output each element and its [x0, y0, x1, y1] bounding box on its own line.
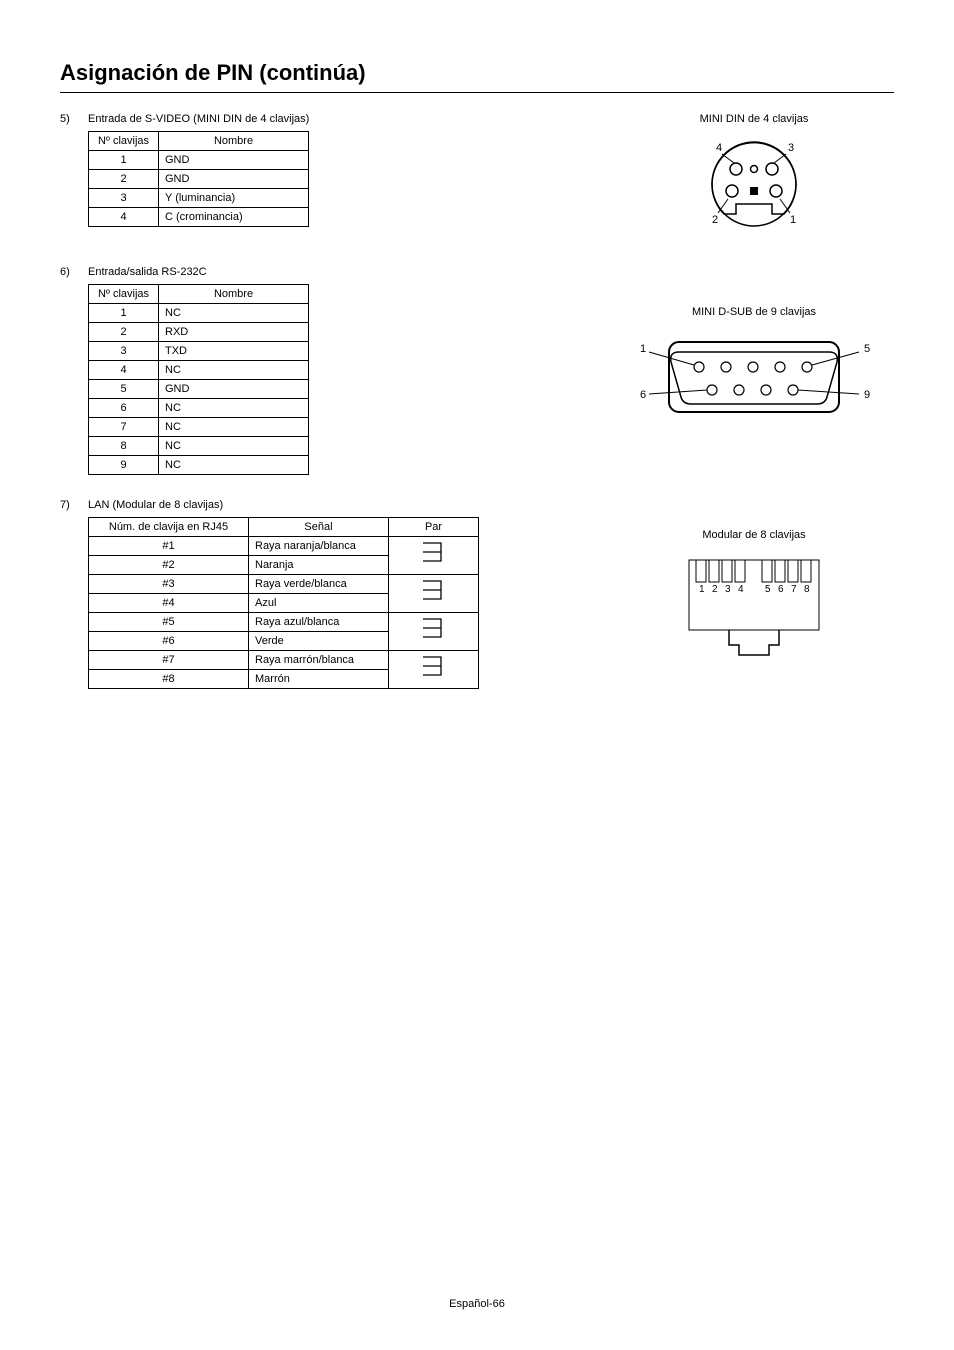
- mini-din-diagram: 4 3 2 1: [694, 129, 814, 239]
- t5-cell: 4: [89, 208, 159, 227]
- table-6: Nº clavijas Nombre 1NC 2RXD 3TXD 4NC 5GN…: [88, 284, 309, 475]
- svg-text:1: 1: [790, 214, 796, 226]
- svg-text:1: 1: [699, 584, 705, 595]
- page-footer: Español-66: [0, 1298, 954, 1310]
- t5-cell: 1: [89, 151, 159, 170]
- t5-cell: Y (luminancia): [159, 189, 309, 208]
- t7-cell: #8: [89, 670, 249, 689]
- t6-cell: 5: [89, 380, 159, 399]
- svg-text:4: 4: [738, 584, 744, 595]
- svg-text:3: 3: [725, 584, 731, 595]
- section-5-title: Entrada de S-VIDEO (MINI DIN de 4 clavij…: [88, 113, 309, 125]
- svg-text:7: 7: [791, 584, 797, 595]
- t6-cell: NC: [159, 304, 309, 323]
- section-6-right: MINI D-SUB de 9 clavijas 1 5 6: [614, 266, 894, 435]
- table-7: Núm. de clavija en RJ45 Señal Par #1Raya…: [88, 517, 479, 689]
- t7-cell: Azul: [249, 594, 389, 613]
- t6-cell: TXD: [159, 342, 309, 361]
- svg-text:5: 5: [864, 343, 870, 355]
- svg-text:5: 5: [765, 584, 771, 595]
- t6-cell: GND: [159, 380, 309, 399]
- section-5-right: MINI DIN de 4 clavijas 4 3 2 1: [614, 113, 894, 242]
- title-rule: [60, 92, 894, 93]
- section-7-title: LAN (Modular de 8 clavijas): [88, 499, 479, 511]
- t5-cell: C (crominancia): [159, 208, 309, 227]
- section-7: 7) LAN (Modular de 8 clavijas) Núm. de c…: [60, 499, 894, 689]
- t6-cell: 3: [89, 342, 159, 361]
- svg-text:9: 9: [864, 389, 870, 401]
- t6-cell: 7: [89, 418, 159, 437]
- diagram-6-title: MINI D-SUB de 9 clavijas: [614, 306, 894, 318]
- dsub-diagram: 1 5 6 9: [624, 322, 884, 432]
- section-7-left: LAN (Modular de 8 clavijas) Núm. de clav…: [88, 499, 479, 689]
- diagram-7-title: Modular de 8 clavijas: [614, 529, 894, 541]
- t7-cell: #4: [89, 594, 249, 613]
- svg-text:6: 6: [640, 389, 646, 401]
- section-5-left: Entrada de S-VIDEO (MINI DIN de 4 clavij…: [88, 113, 309, 227]
- page: Asignación de PIN (continúa) 5) Entrada …: [0, 0, 954, 1350]
- section-6-number: 6): [60, 266, 88, 278]
- rj45-diagram: 1 2 3 4 5 6 7 8: [674, 545, 834, 665]
- t6-cell: 4: [89, 361, 159, 380]
- section-6-left: Entrada/salida RS-232C Nº clavijas Nombr…: [88, 266, 309, 475]
- t6-cell: 2: [89, 323, 159, 342]
- t6-cell: 8: [89, 437, 159, 456]
- pair-icon-1: [389, 537, 479, 575]
- t6-cell: 6: [89, 399, 159, 418]
- t5-cell: 3: [89, 189, 159, 208]
- t7-h3: Par: [389, 518, 479, 537]
- t7-h2: Señal: [249, 518, 389, 537]
- t7-cell: Verde: [249, 632, 389, 651]
- t5-cell: GND: [159, 151, 309, 170]
- t7-cell: Naranja: [249, 556, 389, 575]
- t5-h1: Nº clavijas: [89, 132, 159, 151]
- t7-cell: #2: [89, 556, 249, 575]
- t7-cell: #3: [89, 575, 249, 594]
- pair-icon-3: [389, 613, 479, 651]
- section-5: 5) Entrada de S-VIDEO (MINI DIN de 4 cla…: [60, 113, 894, 242]
- svg-text:1: 1: [640, 343, 646, 355]
- t5-cell: 2: [89, 170, 159, 189]
- page-title: Asignación de PIN (continúa): [60, 60, 894, 86]
- section-6: 6) Entrada/salida RS-232C Nº clavijas No…: [60, 266, 894, 475]
- t7-cell: #6: [89, 632, 249, 651]
- table-5: Nº clavijas Nombre 1GND 2GND 3Y (luminan…: [88, 131, 309, 227]
- diagram-5-title: MINI DIN de 4 clavijas: [614, 113, 894, 125]
- t7-cell: Raya azul/blanca: [249, 613, 389, 632]
- t6-cell: 9: [89, 456, 159, 475]
- svg-text:3: 3: [788, 142, 794, 154]
- svg-text:2: 2: [712, 214, 718, 226]
- t7-h1: Núm. de clavija en RJ45: [89, 518, 249, 537]
- t7-cell: Raya verde/blanca: [249, 575, 389, 594]
- section-6-title: Entrada/salida RS-232C: [88, 266, 309, 278]
- svg-text:2: 2: [712, 584, 718, 595]
- t5-h2: Nombre: [159, 132, 309, 151]
- t7-cell: #7: [89, 651, 249, 670]
- t6-cell: NC: [159, 361, 309, 380]
- t7-cell: Marrón: [249, 670, 389, 689]
- pair-icon-2: [389, 575, 479, 613]
- t6-h2: Nombre: [159, 285, 309, 304]
- section-7-number: 7): [60, 499, 88, 511]
- svg-text:8: 8: [804, 584, 810, 595]
- t7-cell: #5: [89, 613, 249, 632]
- svg-text:4: 4: [716, 142, 722, 154]
- t6-cell: RXD: [159, 323, 309, 342]
- t7-cell: Raya marrón/blanca: [249, 651, 389, 670]
- t6-cell: NC: [159, 399, 309, 418]
- pair-icon-4: [389, 651, 479, 689]
- section-5-number: 5): [60, 113, 88, 125]
- t6-h1: Nº clavijas: [89, 285, 159, 304]
- section-7-right: Modular de 8 clavijas 1 2 3 4 5 6 7 8: [614, 499, 894, 668]
- t6-cell: NC: [159, 418, 309, 437]
- t6-cell: NC: [159, 437, 309, 456]
- t7-cell: #1: [89, 537, 249, 556]
- svg-text:6: 6: [778, 584, 784, 595]
- t7-cell: Raya naranja/blanca: [249, 537, 389, 556]
- t6-cell: NC: [159, 456, 309, 475]
- t5-cell: GND: [159, 170, 309, 189]
- t6-cell: 1: [89, 304, 159, 323]
